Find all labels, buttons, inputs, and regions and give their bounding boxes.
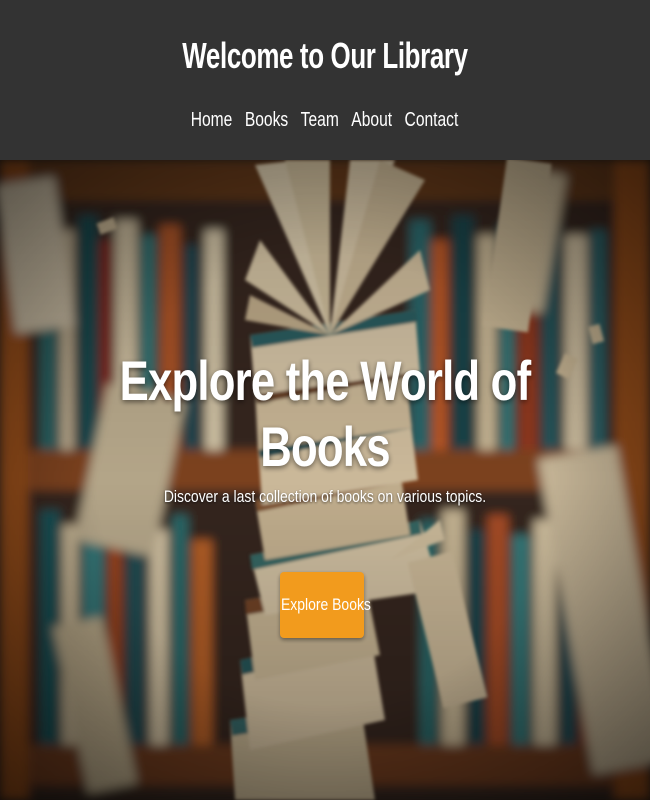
hero-background-image [0, 160, 650, 800]
nav-list: Home Books Team About Contact [185, 106, 465, 134]
nav-item-contact: Contact [399, 106, 465, 134]
main-nav: Home Books Team About Contact [0, 106, 650, 134]
nav-link-about[interactable]: About [346, 106, 399, 134]
nav-link-contact[interactable]: Contact [399, 106, 465, 134]
nav-link-books[interactable]: Books [239, 106, 295, 134]
nav-item-about: About [346, 106, 399, 134]
nav-link-team[interactable]: Team [295, 106, 346, 134]
explore-books-button[interactable]: Explore Books [280, 572, 371, 638]
hero-subtitle: Discover a last collection of books on v… [163, 487, 487, 506]
nav-item-team: Team [295, 106, 346, 134]
site-title: Welcome to Our Library [182, 35, 468, 76]
nav-item-books: Books [239, 106, 295, 134]
nav-link-home[interactable]: Home [185, 106, 239, 134]
nav-item-home: Home [185, 106, 239, 134]
hero-title: Explore the World of Books [119, 349, 531, 478]
hero-section: Explore the World of Books Discover a la… [0, 160, 650, 800]
explore-books-button-label: Explore Books [281, 595, 371, 614]
site-header: Welcome to Our Library Home Books Team A… [0, 0, 650, 160]
